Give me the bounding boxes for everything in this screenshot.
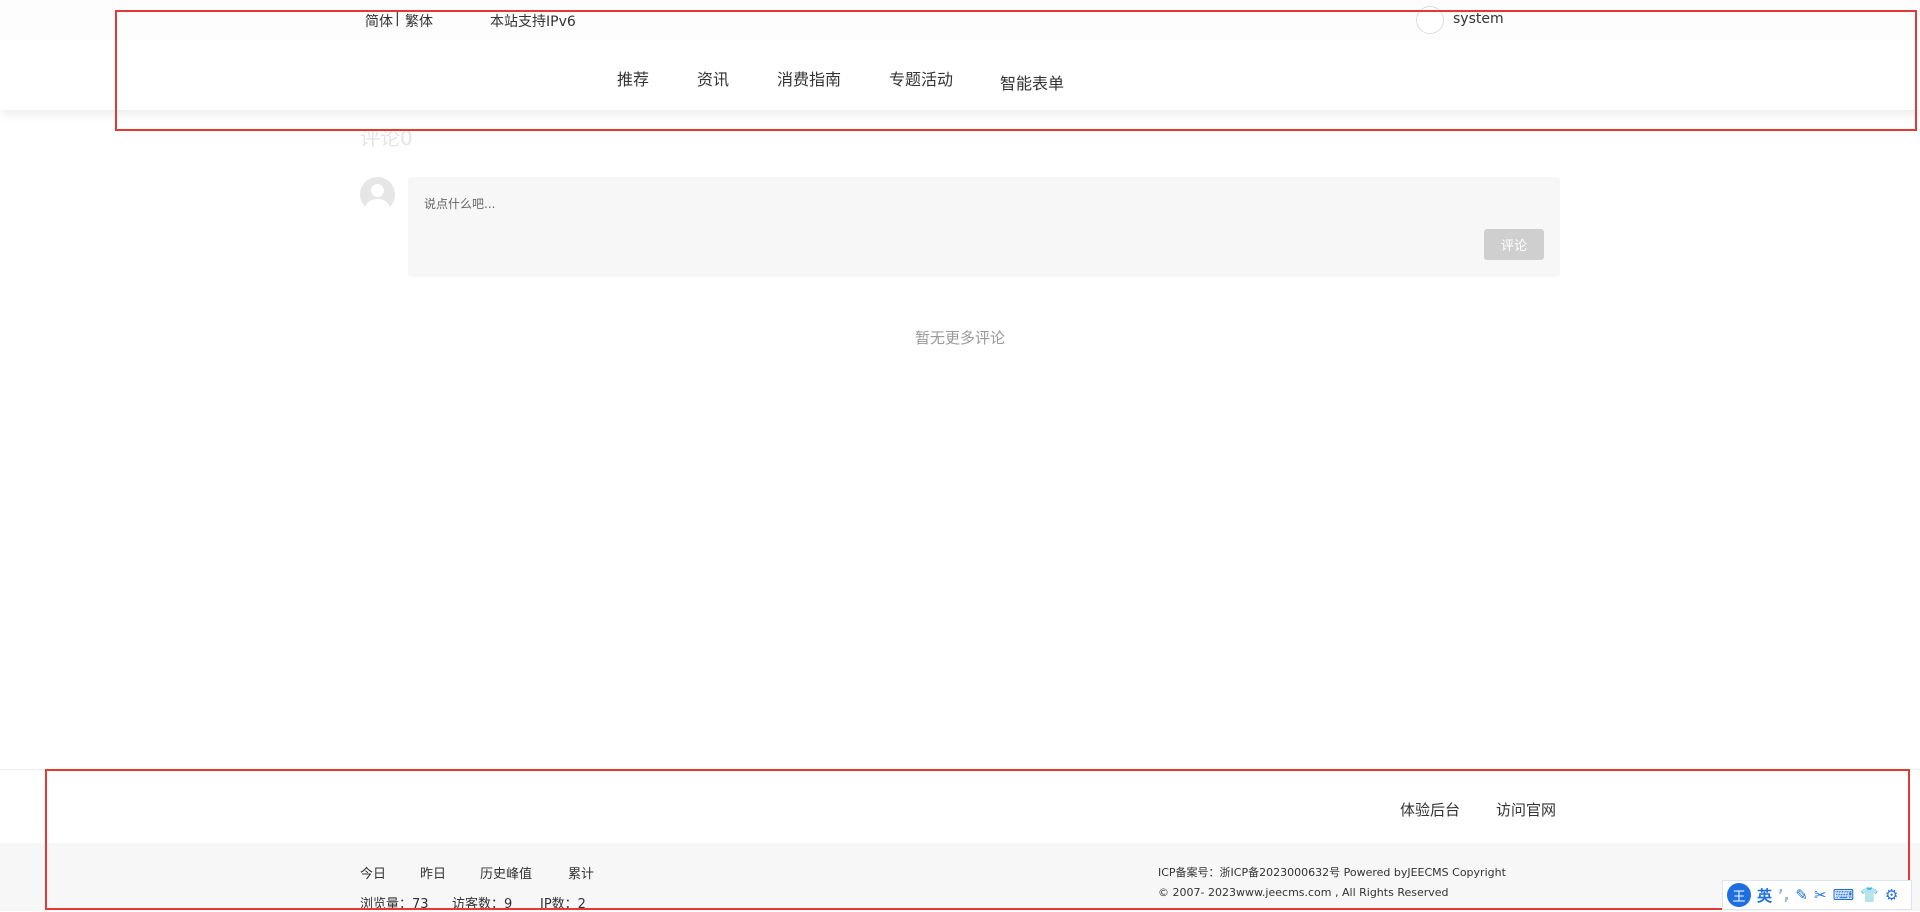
stat-tab-peak[interactable]: 历史峰值	[480, 863, 532, 882]
nav-special-events[interactable]: 专题活动	[889, 66, 953, 90]
scissors-icon[interactable]: ✂	[1814, 886, 1827, 904]
top-bar: 简体 | 繁体 本站支持IPv6 system	[0, 0, 1920, 40]
lang-simplified-link[interactable]: 简体	[365, 11, 393, 31]
pen-icon[interactable]: ✎	[1795, 886, 1808, 904]
footer-link-official-site[interactable]: 访问官网	[1496, 799, 1556, 820]
ime-logo-icon[interactable]: 王	[1727, 883, 1751, 907]
lang-separator: |	[395, 11, 400, 27]
comment-input[interactable]: 说点什么吧...	[424, 195, 495, 212]
footer-link-admin-demo[interactable]: 体验后台	[1400, 799, 1460, 820]
site-header: 简体 | 繁体 本站支持IPv6 system 推荐 资讯 消费指南 专题活动 …	[0, 0, 1920, 110]
nav-news[interactable]: 资讯	[697, 66, 729, 90]
divider	[0, 769, 1920, 770]
stat-views: 浏览量：73	[360, 897, 429, 912]
ime-punct-toggle[interactable]: ’,	[1778, 886, 1789, 904]
comment-input-box[interactable]: 说点什么吧... 评论	[408, 177, 1560, 277]
skin-icon[interactable]: 👕	[1860, 886, 1879, 904]
stat-tab-today[interactable]: 今日	[360, 863, 386, 882]
footer-bottom: 今日 昨日 历史峰值 累计 浏览量：73 访客数：9 IP数：2 ICP备案号：…	[0, 843, 1920, 912]
stat-tab-yesterday[interactable]: 昨日	[420, 863, 446, 882]
keyboard-icon[interactable]: ⌨	[1833, 886, 1855, 904]
stat-tab-total[interactable]: 累计	[568, 863, 594, 882]
nav-smart-forms[interactable]: 智能表单	[1000, 70, 1064, 94]
settings-icon[interactable]: ⚙	[1885, 886, 1898, 904]
copyright-text: © 2007- 2023www.jeecms.com , All Rights …	[1158, 886, 1449, 899]
no-more-comments: 暂无更多评论	[914, 329, 1005, 347]
ipv6-notice: 本站支持IPv6	[490, 14, 576, 30]
nav-recommend[interactable]: 推荐	[617, 66, 649, 90]
stat-visitors: 访客数：9	[452, 897, 513, 912]
user-avatar[interactable]	[1416, 6, 1444, 34]
submit-comment-button[interactable]: 评论	[1484, 229, 1544, 260]
ime-toolbar[interactable]: 王 英 ’, ✎ ✂ ⌨ 👕 ⚙	[1722, 880, 1912, 910]
lang-traditional-link[interactable]: 繁体	[405, 11, 433, 31]
stat-ips: IP数：2	[540, 897, 586, 912]
icp-text: ICP备案号：浙ICP备2023000632号 Powered byJEECMS…	[1158, 866, 1506, 879]
comment-count-title: 评论0	[360, 126, 413, 150]
nav-consumer-guide[interactable]: 消费指南	[777, 66, 841, 90]
username-link[interactable]: system	[1453, 11, 1504, 27]
avatar-icon	[360, 177, 395, 212]
ime-mode-toggle[interactable]: 英	[1757, 885, 1772, 906]
